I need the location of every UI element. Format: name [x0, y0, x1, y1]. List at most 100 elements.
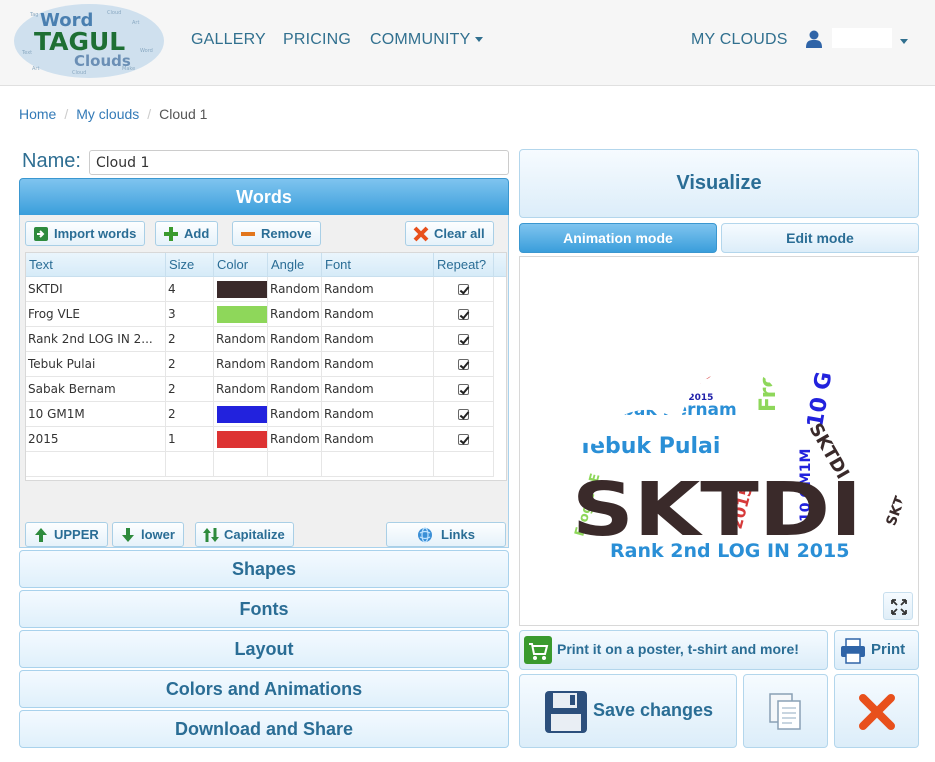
cell-size[interactable]: 3 [166, 302, 214, 327]
table-row[interactable]: Sabak Bernam 2 Random Random Random [26, 377, 494, 402]
cell-repeat[interactable] [434, 352, 494, 377]
color-swatch[interactable] [217, 281, 267, 298]
table-row[interactable]: Rank 2nd LOG IN 2... 2 Random Random Random [26, 327, 494, 352]
repeat-checkbox[interactable] [458, 334, 469, 345]
repeat-checkbox[interactable] [458, 309, 469, 320]
cell-repeat[interactable] [434, 277, 494, 302]
panel-shapes-header[interactable]: Shapes [19, 550, 509, 588]
breadcrumb-home[interactable]: Home [19, 106, 56, 122]
panel-words-header[interactable]: Words [19, 178, 509, 216]
table-row[interactable]: 2015 1 Random Random [26, 427, 494, 452]
table-row[interactable]: 10 GM1M 2 Random Random [26, 402, 494, 427]
capitalize-button[interactable]: Capitalize [195, 522, 294, 547]
clear-all-button[interactable]: Clear all [405, 221, 494, 246]
panel-fonts-header[interactable]: Fonts [19, 590, 509, 628]
cell-empty[interactable] [434, 452, 494, 477]
header-color[interactable]: Color [214, 253, 268, 277]
cell-font[interactable]: Random [322, 402, 434, 427]
cell-repeat[interactable] [434, 302, 494, 327]
cell-font[interactable]: Random [322, 377, 434, 402]
copy-cloud-button[interactable] [743, 674, 828, 748]
cell-color[interactable]: Random [214, 327, 268, 352]
repeat-checkbox[interactable] [458, 284, 469, 295]
cell-angle[interactable]: Random [268, 277, 322, 302]
cell-font[interactable]: Random [322, 352, 434, 377]
repeat-checkbox[interactable] [458, 359, 469, 370]
cell-color[interactable] [214, 402, 268, 427]
table-row[interactable]: Frog VLE 3 Random Random [26, 302, 494, 327]
cell-size[interactable]: 2 [166, 377, 214, 402]
table-row-empty[interactable] [26, 452, 494, 477]
panel-colors-header[interactable]: Colors and Animations [19, 670, 509, 708]
cell-size[interactable]: 2 [166, 352, 214, 377]
nav-pricing[interactable]: PRICING [283, 31, 351, 49]
tagul-logo[interactable]: Tag CloudArt Text WordArt MakeCloud Word T… [12, 2, 167, 80]
cell-color[interactable] [214, 277, 268, 302]
lower-case-button[interactable]: lower [112, 522, 184, 547]
cell-font[interactable]: Random [322, 427, 434, 452]
tab-animation-mode[interactable]: Animation mode [519, 223, 717, 253]
visualize-button[interactable]: Visualize [519, 149, 919, 218]
cell-empty[interactable] [214, 452, 268, 477]
cell-text[interactable]: Rank 2nd LOG IN 2... [26, 327, 166, 352]
cell-repeat[interactable] [434, 402, 494, 427]
header-repeat[interactable]: Repeat? [434, 253, 494, 277]
table-row[interactable]: SKTDI 4 Random Random [26, 277, 494, 302]
save-changes-button[interactable]: Save changes [519, 674, 737, 748]
cell-color[interactable]: Random [214, 352, 268, 377]
cell-empty[interactable] [268, 452, 322, 477]
panel-layout-header[interactable]: Layout [19, 630, 509, 668]
cell-repeat[interactable] [434, 327, 494, 352]
repeat-checkbox[interactable] [458, 409, 469, 420]
cell-size[interactable]: 4 [166, 277, 214, 302]
cell-text[interactable]: SKTDI [26, 277, 166, 302]
cell-text[interactable]: Frog VLE [26, 302, 166, 327]
user-icon[interactable] [806, 30, 822, 48]
header-text[interactable]: Text [26, 253, 166, 277]
color-swatch[interactable] [217, 306, 267, 323]
color-swatch[interactable] [217, 431, 267, 448]
cell-font[interactable]: Random [322, 277, 434, 302]
print-button[interactable]: Print [834, 630, 919, 670]
fullscreen-button[interactable] [883, 592, 913, 620]
repeat-checkbox[interactable] [458, 384, 469, 395]
cell-size[interactable]: 2 [166, 402, 214, 427]
cell-text[interactable]: Sabak Bernam [26, 377, 166, 402]
cell-font[interactable]: Random [322, 327, 434, 352]
cell-size[interactable]: 2 [166, 327, 214, 352]
cell-repeat[interactable] [434, 427, 494, 452]
cell-angle[interactable]: Random [268, 402, 322, 427]
add-word-button[interactable]: Add [155, 221, 219, 246]
header-size[interactable]: Size [166, 253, 214, 277]
import-words-button[interactable]: Import words [25, 221, 146, 246]
user-menu-chevron-icon[interactable] [900, 39, 908, 44]
links-button[interactable]: Links [386, 522, 506, 547]
nav-my-clouds[interactable]: MY CLOUDS [691, 31, 788, 49]
nav-gallery[interactable]: GALLERY [191, 31, 266, 49]
cell-font[interactable]: Random [322, 302, 434, 327]
cell-angle[interactable]: Random [268, 377, 322, 402]
cell-empty[interactable] [322, 452, 434, 477]
user-name[interactable] [832, 28, 892, 48]
cell-color[interactable]: Random [214, 377, 268, 402]
remove-word-button[interactable]: Remove [232, 221, 321, 246]
cell-empty[interactable] [26, 452, 166, 477]
cell-color[interactable] [214, 302, 268, 327]
cell-text[interactable]: 2015 [26, 427, 166, 452]
cell-text[interactable]: Tebuk Pulai [26, 352, 166, 377]
cloud-name-input[interactable] [89, 150, 509, 175]
delete-cloud-button[interactable] [834, 674, 919, 748]
word-cloud-canvas[interactable]: 2015 Frog VLE 10 GM1M SKTDI Sabak Bernam… [519, 256, 919, 626]
cell-color[interactable] [214, 427, 268, 452]
breadcrumb-my-clouds[interactable]: My clouds [76, 106, 139, 122]
nav-community[interactable]: COMMUNITY [370, 31, 484, 49]
upper-case-button[interactable]: UPPER [25, 522, 108, 547]
cell-text[interactable]: 10 GM1M [26, 402, 166, 427]
table-row[interactable]: Tebuk Pulai 2 Random Random Random [26, 352, 494, 377]
header-font[interactable]: Font [322, 253, 434, 277]
cell-size[interactable]: 1 [166, 427, 214, 452]
cell-angle[interactable]: Random [268, 327, 322, 352]
cell-angle[interactable]: Random [268, 427, 322, 452]
cell-angle[interactable]: Random [268, 352, 322, 377]
repeat-checkbox[interactable] [458, 434, 469, 445]
